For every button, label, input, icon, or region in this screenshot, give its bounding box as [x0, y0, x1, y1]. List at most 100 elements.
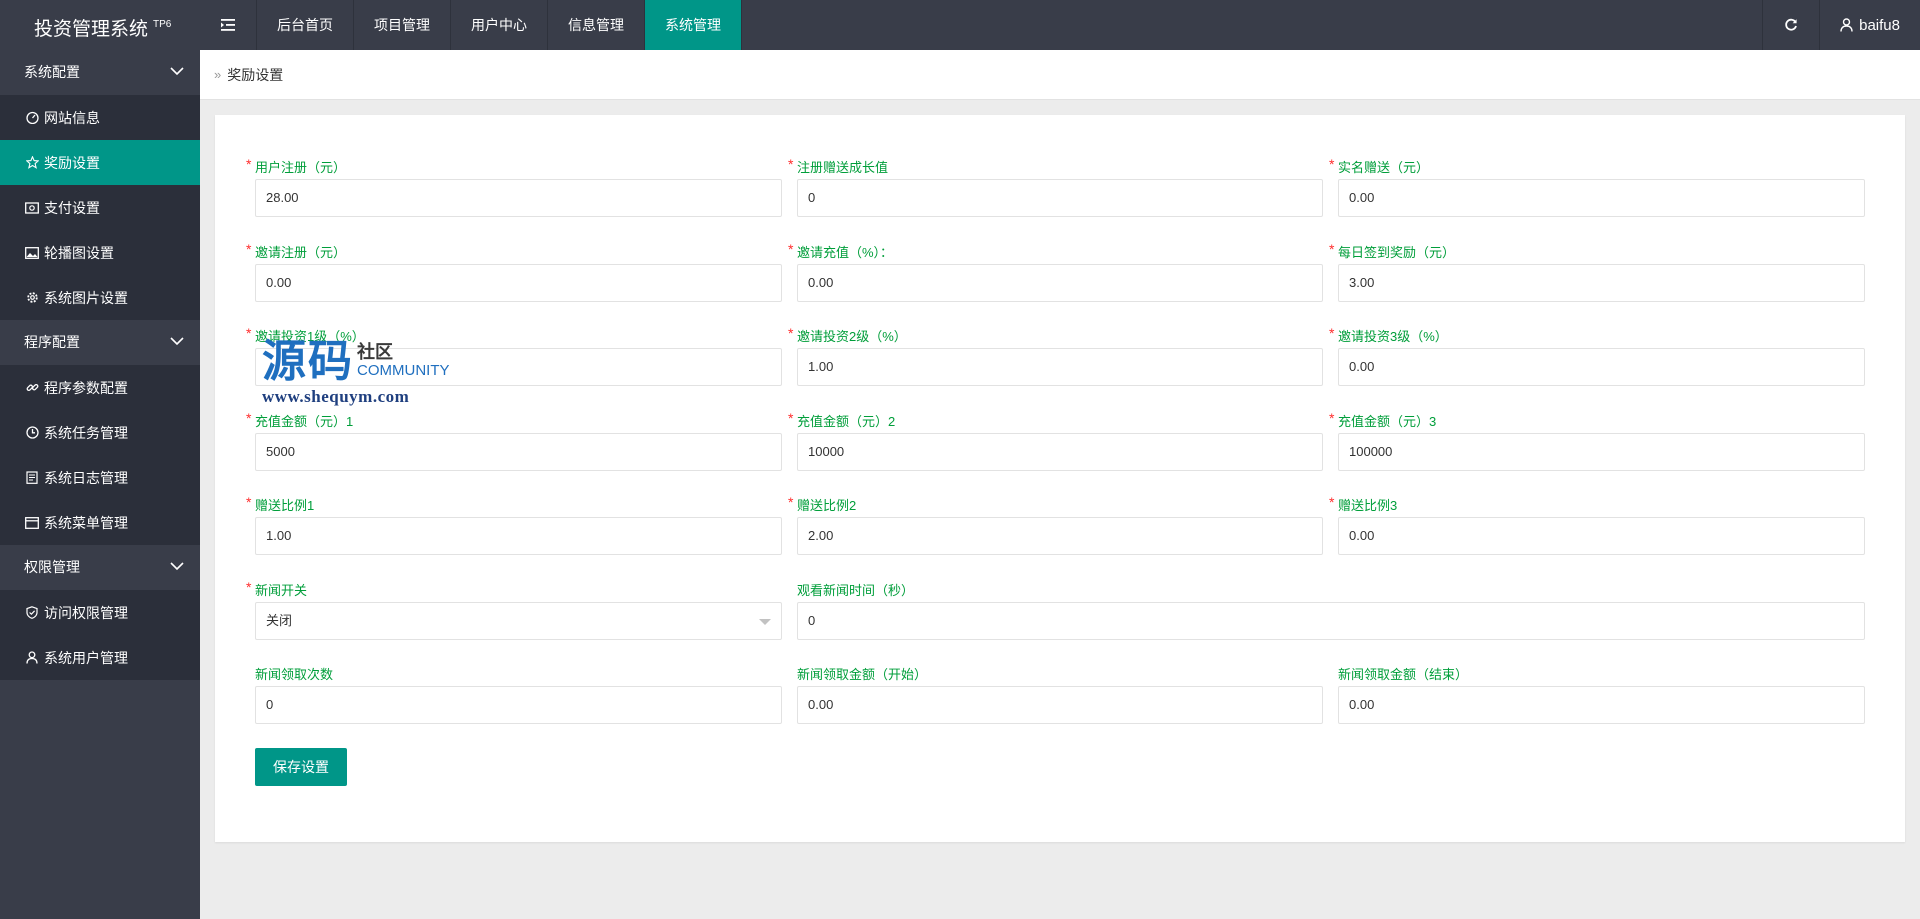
- sidebar-item-site-info[interactable]: 网站信息: [0, 95, 200, 140]
- register-growth-input[interactable]: 0: [797, 179, 1323, 217]
- daily-checkin-input[interactable]: 3.00: [1338, 264, 1865, 302]
- sidebar-item-label: 系统任务管理: [44, 424, 128, 441]
- breadcrumb: » 奖励设置: [200, 50, 1920, 100]
- field-label: 赠送比例1: [255, 498, 315, 513]
- watermark-small-text: 社区: [357, 342, 393, 362]
- sidebar-item-carousel-settings[interactable]: 轮播图设置: [0, 230, 200, 275]
- field-label: 邀请投资3级（%）: [1338, 329, 1448, 344]
- sidebar-item-label: 系统图片设置: [44, 289, 128, 306]
- invite-recharge-input[interactable]: 0.00: [797, 264, 1323, 302]
- field-label: 新闻领取金额（开始）: [797, 667, 928, 682]
- field-label: 新闻开关: [255, 583, 308, 598]
- shield-icon: [25, 606, 39, 620]
- app-title-text: 投资管理系统: [34, 19, 149, 40]
- top-nav-system[interactable]: 系统管理: [645, 0, 742, 50]
- refresh-button[interactable]: [1762, 0, 1819, 50]
- news-claim-end-input[interactable]: 0.00: [1338, 686, 1865, 724]
- app-title: 投资管理系统 TP6: [0, 0, 200, 50]
- menu-collapse-button[interactable]: [200, 0, 257, 50]
- required-mark: *: [788, 494, 794, 510]
- sidebar-empty-area: [0, 681, 200, 919]
- sidebar-item-reward-settings[interactable]: 奖励设置: [0, 140, 200, 185]
- required-mark: *: [246, 241, 252, 257]
- bonus-ratio-1-input[interactable]: 1.00: [255, 517, 782, 555]
- field-label: 充值金额（元）1: [255, 414, 354, 429]
- field-label: 观看新闻时间（秒）: [797, 583, 915, 598]
- news-switch-select[interactable]: 关闭: [255, 602, 782, 640]
- refresh-icon: [1785, 18, 1797, 31]
- field-label: 注册赠送成长值: [797, 160, 889, 175]
- field-label: 邀请注册（元）: [255, 245, 347, 260]
- invite-invest-3-input[interactable]: 0.00: [1338, 348, 1865, 386]
- username: baifu8: [1859, 16, 1900, 34]
- sidebar-item-access-permissions[interactable]: 访问权限管理: [0, 590, 200, 635]
- watermark-logo: 源码 社区 COMMUNITY www.shequym.com: [262, 340, 462, 410]
- sidebar-item-system-users[interactable]: 系统用户管理: [0, 635, 200, 680]
- field-label: 邀请充值（%）：: [797, 245, 894, 260]
- sidebar-group-program-config[interactable]: 程序配置: [0, 320, 200, 365]
- field-label: 新闻领取次数: [255, 667, 334, 682]
- clock-icon: [25, 426, 39, 440]
- recharge-amount-3-input[interactable]: 100000: [1338, 433, 1865, 471]
- sidebar-item-task-management[interactable]: 系统任务管理: [0, 410, 200, 455]
- bonus-ratio-2-input[interactable]: 2.00: [797, 517, 1323, 555]
- field-label: 赠送比例3: [1338, 498, 1398, 513]
- bonus-ratio-3-input[interactable]: 0.00: [1338, 517, 1865, 555]
- field-label: 充值金额（元）3: [1338, 414, 1437, 429]
- sidebar-item-system-images[interactable]: 系统图片设置: [0, 275, 200, 320]
- top-nav-projects[interactable]: 项目管理: [354, 0, 451, 50]
- sidebar-item-menu-management[interactable]: 系统菜单管理: [0, 500, 200, 545]
- recharge-amount-1-input[interactable]: 5000: [255, 433, 782, 471]
- sidebar-item-label: 网站信息: [44, 109, 100, 126]
- field-label: 赠送比例2: [797, 498, 857, 513]
- user-icon: [25, 651, 39, 665]
- top-nav-users[interactable]: 用户中心: [451, 0, 548, 50]
- field-label: 用户注册（元）: [255, 160, 347, 175]
- required-mark: *: [246, 156, 252, 172]
- window-icon: [25, 516, 39, 530]
- chevron-down-icon: [170, 337, 184, 346]
- user-register-input[interactable]: 28.00: [255, 179, 782, 217]
- required-mark: *: [788, 325, 794, 341]
- news-claim-start-input[interactable]: 0.00: [797, 686, 1323, 724]
- required-mark: *: [1329, 241, 1335, 257]
- required-mark: *: [246, 494, 252, 510]
- indent-icon: [221, 19, 235, 31]
- link-icon: [25, 381, 39, 395]
- sidebar-item-label: 访问权限管理: [44, 604, 128, 621]
- required-mark: *: [788, 156, 794, 172]
- breadcrumb-current: 奖励设置: [227, 66, 284, 83]
- required-mark: *: [1329, 494, 1335, 510]
- invite-register-input[interactable]: 0.00: [255, 264, 782, 302]
- sidebar-group-label: 系统配置: [24, 64, 80, 80]
- top-bar: 投资管理系统TP6 后台首页 项目管理 用户中心 信息管理 系统管理 baif: [0, 0, 1920, 50]
- required-mark: *: [246, 325, 252, 341]
- recharge-amount-2-input[interactable]: 10000: [797, 433, 1323, 471]
- required-mark: *: [246, 410, 252, 426]
- field-label: 实名赠送（元）: [1338, 160, 1430, 175]
- news-claim-count-input[interactable]: 0: [255, 686, 782, 724]
- sidebar-group-permissions[interactable]: 权限管理: [0, 545, 200, 590]
- user-menu[interactable]: baifu8: [1819, 0, 1920, 50]
- gear-icon: [25, 291, 39, 305]
- star-icon: [25, 156, 39, 170]
- watermark-url: www.shequym.com: [262, 387, 410, 406]
- image-icon: [25, 246, 39, 260]
- sidebar-item-program-params[interactable]: 程序参数配置: [0, 365, 200, 410]
- top-nav-info[interactable]: 信息管理: [548, 0, 645, 50]
- realname-bonus-input[interactable]: 0.00: [1338, 179, 1865, 217]
- sidebar-item-log-management[interactable]: 系统日志管理: [0, 455, 200, 500]
- save-settings-button[interactable]: 保存设置: [255, 748, 347, 786]
- field-label: 邀请投资2级（%）: [797, 329, 907, 344]
- sidebar-item-label: 支付设置: [44, 199, 100, 216]
- required-mark: *: [788, 241, 794, 257]
- sidebar-group-system-config[interactable]: 系统配置: [0, 50, 200, 95]
- sidebar: 系统配置 网站信息 奖励设置 支付设置 轮播图设置 系统图片设置 程序配置 程序…: [0, 50, 200, 919]
- top-nav-home[interactable]: 后台首页: [257, 0, 354, 50]
- news-switch-value: 关闭: [266, 613, 293, 628]
- chevron-down-icon: [170, 67, 184, 76]
- caret-down-icon: [759, 619, 771, 625]
- invite-invest-2-input[interactable]: 1.00: [797, 348, 1323, 386]
- sidebar-item-payment-settings[interactable]: 支付设置: [0, 185, 200, 230]
- news-watch-time-input[interactable]: 0: [797, 602, 1865, 640]
